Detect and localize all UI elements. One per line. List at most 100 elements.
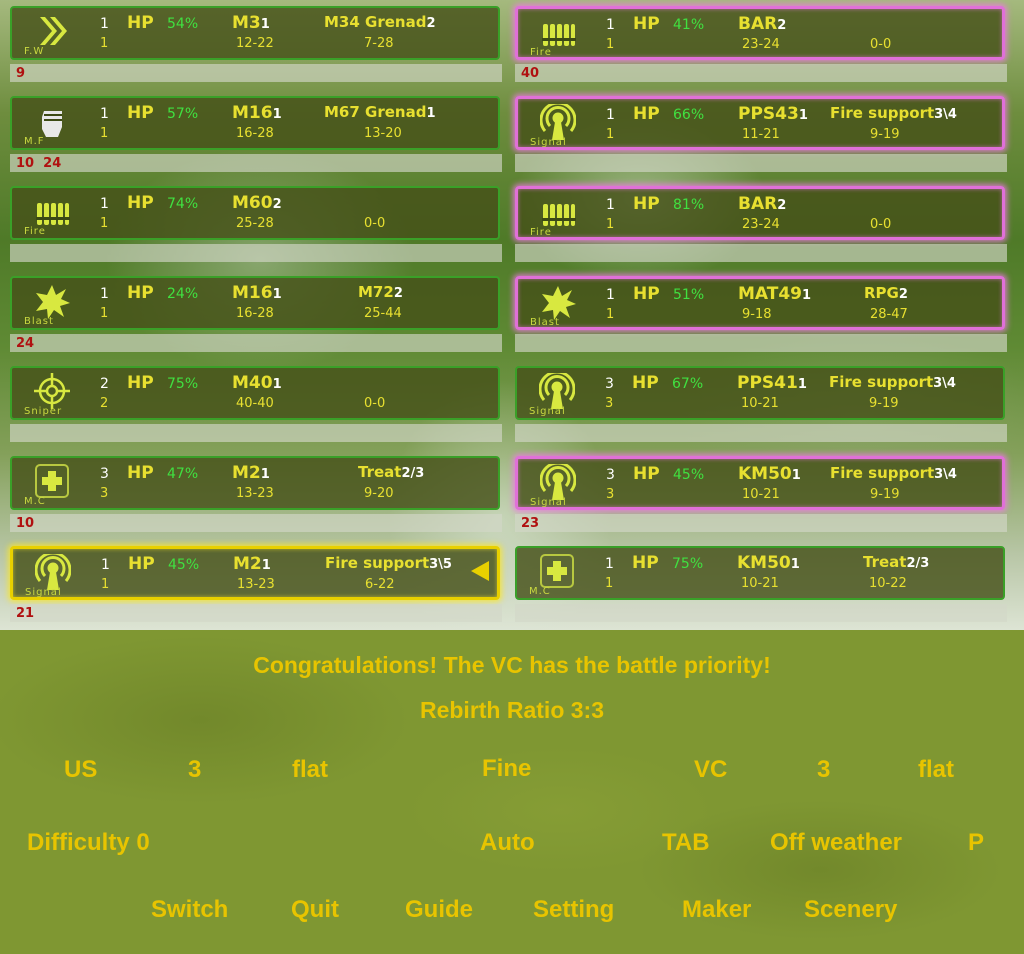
unit-count: 3: [605, 376, 614, 392]
unit-card[interactable]: F.W 1 1 HP 54% M31 12-22 M34 Grenad2 7-28: [10, 6, 500, 60]
unit-icon-box: Blast: [528, 282, 586, 328]
unit-count-sub: 1: [606, 37, 615, 52]
unit-count-sub: 1: [100, 216, 109, 231]
primary-weapon: M21: [232, 463, 270, 483]
unit-count: 1: [100, 286, 109, 302]
secondary-weapon: RPG2: [864, 284, 908, 302]
unit-status-bar: [10, 424, 502, 442]
unit-card[interactable]: Fire 1 1 HP 74% M602 25-28 0-0: [10, 186, 500, 240]
off-weather-button[interactable]: Off weather: [770, 829, 902, 857]
unit-role: F.W: [24, 46, 45, 57]
unit-card[interactable]: Sniper 2 2 HP 75% M401 40-40 0-0: [10, 366, 500, 420]
unit-card[interactable]: Blast 1 1 HP 24% M161 16-28 M722 25-44: [10, 276, 500, 330]
medic-icon: [35, 464, 69, 498]
unit-icon-box: Signal: [528, 102, 586, 148]
secondary-weapon-range: 10-22: [869, 576, 907, 591]
unit-card[interactable]: Blast 1 1 HP 51% MAT491 9-18 RPG2 28-47: [515, 276, 1005, 330]
tab-button[interactable]: TAB: [662, 829, 710, 857]
secondary-weapon: Fire support3\5: [325, 554, 452, 572]
unit-role: Fire: [530, 47, 552, 58]
unit-count-sub: 1: [100, 126, 109, 141]
unit-count-sub: 1: [606, 307, 615, 322]
secondary-weapon: M722: [358, 283, 403, 301]
unit-icon-box: Sniper: [22, 371, 80, 417]
unit-card[interactable]: M.C 1 1 HP 75% KM501 10-21 Treat2/3 10-22: [515, 546, 1005, 600]
us-count[interactable]: 3: [188, 756, 201, 784]
unit-card[interactable]: M.F 1 1 HP 57% M161 16-28 M67 Grenad1 13-20: [10, 96, 500, 150]
primary-weapon-range: 13-23: [236, 486, 274, 501]
p-button[interactable]: P: [968, 829, 984, 857]
unit-card[interactable]: Signal 3 3 HP 67% PPS411 10-21 Fire support3\4 9…: [515, 366, 1005, 420]
crosshair-icon: [34, 373, 70, 409]
unit-badge: 40: [521, 66, 540, 81]
primary-weapon: M161: [232, 283, 282, 303]
auto-button[interactable]: Auto: [480, 829, 535, 857]
hp-value: 45%: [168, 557, 200, 573]
quit-button[interactable]: Quit: [291, 896, 339, 924]
unit-status-bar: [515, 244, 1007, 262]
vc-count[interactable]: 3: [817, 756, 830, 784]
unit-count-sub: 1: [100, 306, 109, 321]
secondary-weapon-range: 9-20: [364, 486, 394, 501]
unit-status-bar: [515, 604, 1007, 622]
secondary-weapon-range: 0-0: [870, 217, 892, 232]
signal-icon: [539, 373, 575, 409]
hp-value: 51%: [673, 287, 705, 303]
selection-cursor-icon: [471, 561, 489, 581]
secondary-weapon-range: 0-0: [870, 37, 892, 52]
primary-weapon: MAT491: [738, 284, 812, 304]
switch-button[interactable]: Switch: [151, 896, 228, 924]
secondary-weapon: Fire support3\4: [829, 373, 956, 391]
hp-label: HP: [633, 284, 660, 304]
primary-weapon: PPS411: [737, 373, 807, 393]
guide-button[interactable]: Guide: [405, 896, 473, 924]
vc-side-label[interactable]: VC: [694, 756, 727, 784]
primary-weapon: M401: [232, 373, 282, 393]
unit-icon-box: M.C: [527, 551, 585, 597]
primary-weapon-range: 12-22: [236, 36, 274, 51]
primary-weapon: PPS431: [738, 104, 808, 124]
unit-role: Fire: [24, 226, 46, 237]
unit-count-sub: 1: [606, 127, 615, 142]
unit-card[interactable]: Fire 1 1 HP 41% BAR2 23-24 0-0: [515, 6, 1005, 60]
setting-button[interactable]: Setting: [533, 896, 614, 924]
secondary-weapon-range: 9-19: [869, 396, 899, 411]
unit-count-sub: 1: [101, 577, 110, 592]
unit-icon-box: M.C: [22, 461, 80, 507]
maker-button[interactable]: Maker: [682, 896, 751, 924]
hp-value: 57%: [167, 106, 199, 122]
primary-weapon-range: 23-24: [742, 217, 780, 232]
us-side-label[interactable]: US: [64, 756, 97, 784]
unit-card[interactable]: Signal 3 3 HP 45% KM501 10-21 Fire support3\4 9-…: [515, 456, 1005, 510]
unit-role: Fire: [530, 227, 552, 238]
ammo-icon: [36, 203, 70, 225]
ammo-icon: [542, 204, 576, 226]
unit-badge: 24: [16, 336, 35, 351]
unit-icon-box: Signal: [528, 462, 586, 508]
unit-role: M.C: [529, 586, 551, 597]
weather-button[interactable]: Fine: [482, 755, 531, 783]
us-terrain[interactable]: flat: [292, 756, 328, 784]
primary-weapon: KM501: [738, 464, 801, 484]
hp-label: HP: [127, 283, 154, 303]
difficulty-button[interactable]: Difficulty 0: [27, 829, 150, 857]
unit-count: 3: [100, 466, 109, 482]
unit-role: Blast: [530, 317, 560, 328]
unit-badge: 10: [16, 516, 35, 531]
unit-count-sub: 3: [100, 486, 109, 501]
scenery-button[interactable]: Scenery: [804, 896, 897, 924]
unit-card[interactable]: Signal 1 1 HP 45% M21 13-23 Fire support3\5 6-22: [10, 546, 500, 600]
unit-role: M.C: [24, 496, 46, 507]
unit-count: 3: [606, 467, 615, 483]
unit-card[interactable]: M.C 3 3 HP 47% M21 13-23 Treat2/3 9-20: [10, 456, 500, 510]
signal-icon: [540, 104, 576, 140]
secondary-weapon-range: 6-22: [365, 577, 395, 592]
vc-terrain[interactable]: flat: [918, 756, 954, 784]
unit-icon-box: Signal: [23, 552, 81, 598]
unit-card[interactable]: Signal 1 1 HP 66% PPS431 11-21 Fire support3\4 9…: [515, 96, 1005, 150]
unit-role: Signal: [530, 137, 567, 148]
secondary-weapon: Treat2/3: [863, 553, 930, 571]
unit-card[interactable]: Fire 1 1 HP 81% BAR2 23-24 0-0: [515, 186, 1005, 240]
unit-role: Signal: [529, 406, 566, 417]
primary-weapon-range: 10-21: [742, 487, 780, 502]
